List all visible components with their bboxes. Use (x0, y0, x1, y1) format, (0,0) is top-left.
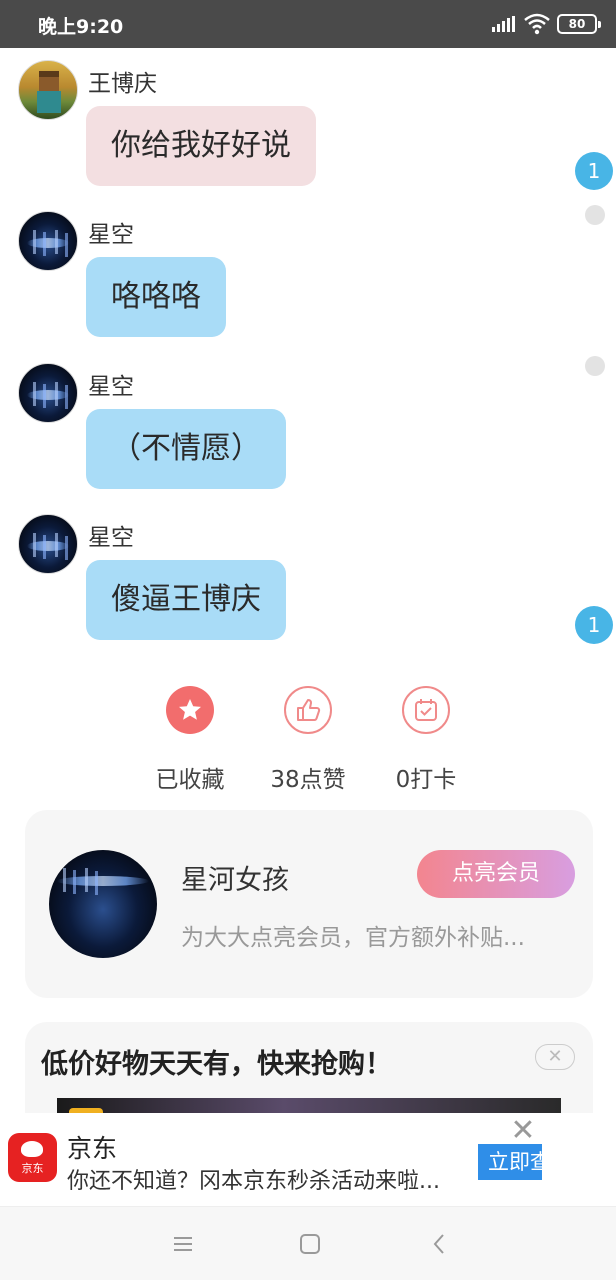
close-ad-icon[interactable]: ✕ (508, 1113, 538, 1148)
author-avatar[interactable] (49, 850, 157, 958)
system-nav-bar (0, 1206, 616, 1280)
avatar[interactable] (18, 363, 78, 423)
activate-vip-button[interactable]: 点亮会员 (417, 850, 575, 898)
favorite-label: 已收藏 (155, 767, 225, 793)
author-name[interactable]: 星河女孩 (181, 858, 289, 897)
sender-name: 星空 (88, 222, 134, 248)
jd-logo: 京东 (8, 1133, 57, 1182)
star-icon[interactable] (166, 686, 214, 734)
comment-dot[interactable] (585, 356, 605, 376)
status-time: 晚上9:20 (38, 16, 124, 38)
message-bubble[interactable]: （不情愿） (86, 409, 286, 489)
back-icon[interactable] (425, 1229, 455, 1259)
message-bubble[interactable]: 傻逼王博庆 (86, 560, 286, 640)
ad-cta-button[interactable]: 立即查 (478, 1144, 542, 1180)
sender-name: 星空 (88, 374, 134, 400)
sender-name: 王博庆 (88, 71, 157, 97)
like-count-label: 38点赞 (270, 767, 346, 793)
sender-name: 星空 (88, 525, 134, 551)
signal-icon (492, 16, 515, 32)
comment-count-badge[interactable]: 1 (575, 152, 613, 190)
thumbs-up-icon[interactable] (284, 686, 332, 734)
avatar[interactable] (18, 514, 78, 574)
vip-card[interactable]: 星河女孩 点亮会员 为大大点亮会员，官方额外补贴... (25, 810, 593, 998)
ad-banner[interactable]: 京东 京东 你还不知道？冈本京东秒杀活动来啦... ✕ 立即查 (0, 1113, 616, 1206)
avatar[interactable] (18, 60, 78, 120)
like-action[interactable]: 38点赞 (253, 686, 363, 794)
avatar[interactable] (18, 211, 78, 271)
battery-indicator: 80 (557, 14, 601, 34)
checkin-action[interactable]: 0打卡 (371, 686, 481, 794)
jd-dog-icon (21, 1141, 43, 1157)
message-bubble[interactable]: 你给我好好说 (86, 106, 316, 186)
checkin-label: 0打卡 (395, 767, 457, 793)
close-icon[interactable]: ✕ (535, 1044, 575, 1070)
ad-brand: 京东 (67, 1134, 118, 1163)
comment-count-badge[interactable]: 1 (575, 606, 613, 644)
menu-icon[interactable] (168, 1229, 198, 1259)
comment-dot[interactable] (585, 205, 605, 225)
vip-description: 为大大点亮会员，官方额外补贴... (181, 925, 525, 951)
favorite-action[interactable]: 已收藏 (135, 686, 245, 794)
ad-subtitle: 你还不知道？冈本京东秒杀活动来啦... (67, 1169, 440, 1194)
calendar-check-icon[interactable] (402, 686, 450, 734)
home-icon[interactable] (295, 1229, 325, 1259)
promo-title: 低价好物天天有，快来抢购！ (41, 1049, 392, 1080)
jd-logo-text: 京东 (21, 1162, 44, 1175)
wifi-icon (524, 13, 550, 35)
status-bar: 晚上9:20 80 (0, 0, 616, 48)
message-bubble[interactable]: 咯咯咯 (86, 257, 226, 337)
